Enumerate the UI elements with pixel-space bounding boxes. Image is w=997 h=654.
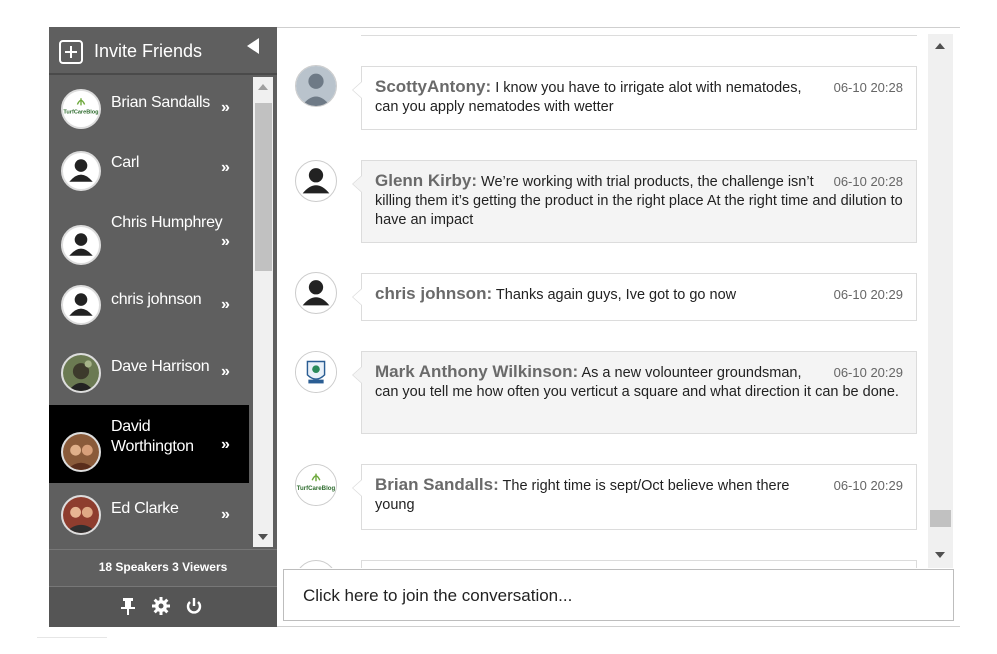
- speaker-list: TurfCareBlog Brian Sandalls » Carl » Chr: [49, 77, 277, 547]
- message-bubble: 06-10 20:29 Mark Anthony Wilkinson: As a…: [352, 351, 917, 434]
- pin-icon[interactable]: [121, 597, 135, 620]
- speaker-item-ed-clarke[interactable]: Ed Clarke »: [49, 483, 249, 547]
- message-time: 06-10 20:29: [833, 478, 903, 493]
- sidebar-toolbar: [49, 586, 277, 627]
- scroll-down-icon[interactable]: [258, 534, 268, 540]
- message-bubble: 06-10 20:28 Glenn Kirby: We’re working w…: [352, 160, 917, 243]
- invite-friends-label: Invite Friends: [94, 41, 203, 61]
- message-bubble: [361, 560, 917, 568]
- speakers-label: Speakers: [115, 560, 169, 574]
- photo-avatar: [61, 495, 101, 535]
- message-text: Thanks again guys, Ive got to go now: [495, 287, 737, 303]
- speaker-list-scrollbar[interactable]: [253, 77, 273, 547]
- chevron-right-icon: »: [221, 296, 230, 313]
- previous-message-edge: [361, 35, 917, 36]
- speaker-name: Carl: [111, 154, 140, 171]
- message-bubble: 06-10 20:29 Brian Sandalls: The right ti…: [352, 464, 917, 530]
- speaker-name: Ed Clarke: [111, 500, 179, 517]
- plus-icon: [59, 40, 83, 64]
- message-time: 06-10 20:28: [833, 174, 903, 189]
- gear-icon[interactable]: [152, 597, 170, 620]
- viewers-count: 3: [172, 560, 179, 574]
- speaker-name: chris johnson: [111, 291, 202, 308]
- photo-avatar: [61, 432, 101, 472]
- grey-person-avatar: [295, 65, 337, 107]
- message-bubble: 06-10 20:28 ScottyAntony: I know you hav…: [352, 66, 917, 130]
- audience-stats: 18 Speakers 3 Viewers: [49, 549, 277, 584]
- logo-text: TurfCareBlog: [297, 485, 336, 492]
- message-author: Brian Sandalls:: [375, 475, 499, 494]
- speaker-name: David Worthington: [111, 418, 194, 455]
- message-author: chris johnson:: [375, 284, 493, 303]
- scroll-down-icon[interactable]: [935, 552, 945, 558]
- scrollbar-thumb[interactable]: [255, 103, 272, 271]
- chevron-right-icon: »: [221, 159, 230, 176]
- message-author: ScottyAntony:: [375, 77, 492, 96]
- default-avatar: [295, 160, 337, 202]
- speaker-name: Brian Sandalls: [111, 94, 210, 111]
- chevron-right-icon: »: [221, 99, 230, 116]
- bottom-divider: [277, 626, 960, 627]
- conversation-scrollbar[interactable]: [928, 34, 953, 568]
- message-time: 06-10 20:29: [833, 365, 903, 380]
- chevron-right-icon: »: [221, 436, 230, 453]
- message-time: 06-10 20:28: [833, 80, 903, 95]
- scroll-up-icon[interactable]: [258, 84, 268, 90]
- speaker-item-brian-sandalls[interactable]: TurfCareBlog Brian Sandalls »: [49, 77, 249, 139]
- speaker-item-david-worthington[interactable]: David Worthington »: [49, 405, 249, 483]
- chevron-right-icon: »: [221, 363, 230, 380]
- speaker-item-chris-johnson[interactable]: chris johnson »: [49, 271, 249, 335]
- turfcareblog-avatar: TurfCareBlog: [295, 464, 337, 506]
- message-author: Glenn Kirby:: [375, 171, 478, 190]
- power-icon[interactable]: [186, 597, 202, 620]
- default-avatar: [295, 560, 337, 568]
- default-avatar: [295, 272, 337, 314]
- scroll-up-icon[interactable]: [935, 43, 945, 49]
- invite-friends-button[interactable]: Invite Friends: [49, 27, 277, 75]
- join-conversation-input[interactable]: Click here to join the conversation...: [283, 569, 954, 621]
- speaker-name: Chris Humphrey: [111, 214, 223, 231]
- chat-app: Invite Friends TurfCareBlog Brian Sandal…: [0, 0, 997, 654]
- message-author: Mark Anthony Wilkinson:: [375, 362, 579, 381]
- speaker-sidebar: Invite Friends TurfCareBlog Brian Sandal…: [49, 27, 277, 627]
- speaker-item-carl[interactable]: Carl »: [49, 139, 249, 203]
- viewers-label: Viewers: [182, 560, 228, 574]
- default-avatar: [61, 225, 101, 265]
- default-avatar: [61, 151, 101, 191]
- speaker-item-dave-harrison[interactable]: Dave Harrison »: [49, 335, 249, 405]
- speaker-name: Dave Harrison: [111, 358, 210, 375]
- club-crest-avatar: [295, 351, 337, 393]
- default-avatar: [61, 285, 101, 325]
- scrollbar-thumb[interactable]: [930, 510, 951, 527]
- logo-text: TurfCareBlog: [63, 110, 99, 116]
- chevron-right-icon: »: [221, 233, 230, 250]
- photo-avatar: [61, 353, 101, 393]
- message-bubble: 06-10 20:29 chris johnson: Thanks again …: [352, 273, 917, 321]
- speakers-count: 18: [98, 560, 113, 574]
- message-time: 06-10 20:29: [833, 287, 903, 302]
- collapse-sidebar-icon[interactable]: [247, 38, 259, 54]
- chevron-right-icon: »: [221, 506, 230, 523]
- footer-line: [37, 637, 107, 638]
- turfcareblog-avatar: TurfCareBlog: [61, 89, 101, 129]
- speaker-item-chris-humphrey[interactable]: Chris Humphrey »: [49, 203, 249, 271]
- conversation-feed: 06-10 20:28 ScottyAntony: I know you hav…: [277, 28, 928, 568]
